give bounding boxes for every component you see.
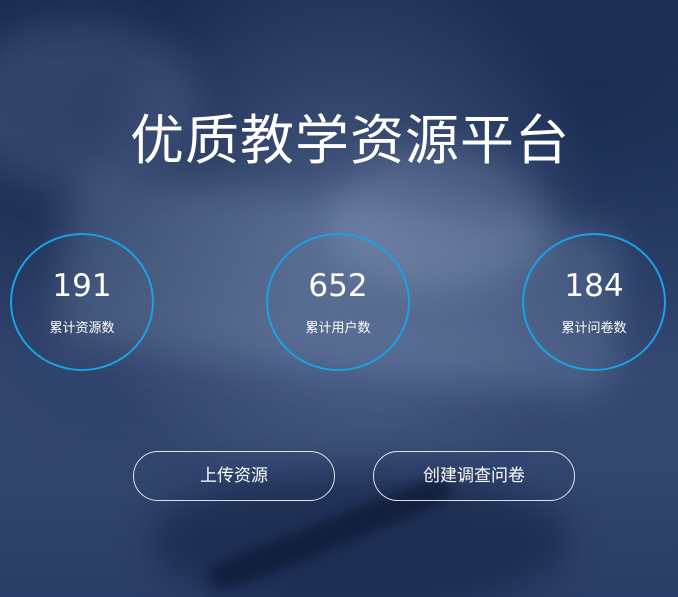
stat-label: 累计问卷数 bbox=[561, 321, 627, 336]
stat-resources: 191 累计资源数 bbox=[10, 233, 154, 371]
stat-label: 累计用户数 bbox=[305, 321, 371, 336]
stat-value: 184 bbox=[564, 268, 624, 304]
stat-surveys: 184 累计问卷数 bbox=[522, 233, 666, 371]
stat-value: 652 bbox=[308, 268, 368, 304]
hero-banner: 优质教学资源平台 191 累计资源数 652 累计用户数 184 累计问卷数 上… bbox=[0, 0, 678, 597]
stat-value: 191 bbox=[52, 268, 112, 304]
stat-users: 652 累计用户数 bbox=[266, 233, 410, 371]
create-survey-button[interactable]: 创建调查问卷 bbox=[373, 451, 575, 501]
stat-label: 累计资源数 bbox=[49, 321, 115, 336]
page-title: 优质教学资源平台 bbox=[130, 109, 570, 172]
upload-resource-button[interactable]: 上传资源 bbox=[133, 451, 335, 501]
